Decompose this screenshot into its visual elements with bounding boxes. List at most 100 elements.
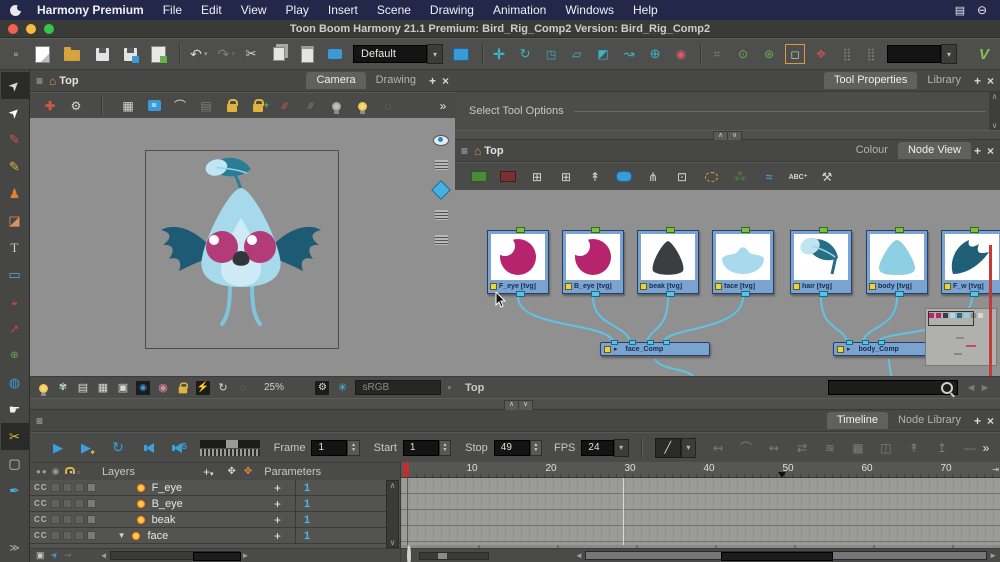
menu-edit[interactable]: Edit	[201, 3, 222, 17]
light-table-icon[interactable]	[354, 98, 370, 114]
tab-camera[interactable]: Camera	[306, 72, 365, 89]
onion-skin-icon[interactable]: ✾	[56, 381, 70, 395]
sound-button[interactable]	[142, 440, 158, 456]
add-drawing-icon[interactable]: ✚	[42, 98, 58, 114]
paint-tool[interactable]: ◒	[1, 288, 29, 315]
lasso-icon[interactable]	[703, 169, 719, 185]
onion-skin-next-icon[interactable]: ⣿	[863, 46, 879, 62]
frame-spinner[interactable]: ▲▼	[347, 440, 359, 456]
new-scene-button[interactable]	[34, 46, 50, 62]
solo-all-icon[interactable]: ◉	[52, 466, 60, 477]
dynamic-spring-icon[interactable]: ≈	[761, 169, 777, 185]
tab-drawing[interactable]: Drawing	[366, 72, 426, 89]
data-view-icon[interactable]: ▣	[36, 550, 45, 561]
outline-all-icon[interactable]: ▫	[77, 467, 80, 477]
tab-tool-properties[interactable]: Tool Properties	[824, 72, 917, 89]
add-keyframe-icon[interactable]: ↤	[710, 440, 726, 456]
rectangle-tool[interactable]: ▭	[1, 261, 29, 288]
expand-parameters-button[interactable]: +	[274, 481, 281, 495]
menu-play[interactable]: Play	[286, 3, 309, 17]
colorspace-select-arrow[interactable]: ▾	[447, 384, 451, 392]
curve-deform-tool-button[interactable]: ↝	[621, 46, 637, 62]
layer-row-beak[interactable]: CC beak + 1	[30, 512, 400, 528]
fps-input[interactable]: 24	[581, 440, 613, 456]
hscroll-left-button[interactable]: ◄	[100, 551, 108, 560]
field-chart-icon[interactable]: ≣	[146, 98, 162, 114]
tab-node-library[interactable]: Node Library	[888, 412, 971, 429]
layers-scrollbar[interactable]: ∧∨	[386, 480, 399, 548]
save-all-button[interactable]	[122, 46, 138, 62]
translate-tool-button[interactable]: ✛	[491, 46, 507, 62]
copy-button[interactable]	[271, 46, 287, 62]
lock-status-icon[interactable]	[176, 381, 190, 395]
show-hide-all-icon[interactable]: ●●	[36, 467, 48, 476]
stop-spinner[interactable]: ▲▼	[530, 440, 542, 456]
layer-row-f-eye[interactable]: CC F_eye + 1	[30, 480, 400, 496]
stamp-tool[interactable]: ♟	[1, 180, 29, 207]
camera-viewport[interactable]	[30, 118, 455, 376]
collapse-track-icon[interactable]: ◫	[878, 440, 894, 456]
transform-tool[interactable]: ➤	[1, 72, 29, 99]
depth-view-icon[interactable]	[433, 207, 449, 223]
menu-drawing[interactable]: Drawing	[430, 3, 474, 17]
add-peg-icon[interactable]: ⊞	[558, 169, 574, 185]
fps-dropdown-arrow[interactable]: ▾	[614, 439, 629, 457]
group-selection-icon[interactable]: ⋔	[645, 169, 661, 185]
manage-workspaces-icon[interactable]	[453, 46, 469, 62]
node-graph-canvas[interactable]: F_eye [tvg] B_eye [tvg] beak [tvg] face …	[455, 190, 1000, 376]
drawing-substitution-icon[interactable]	[327, 46, 343, 62]
add-peg-button[interactable]: ✥	[244, 466, 252, 477]
menubar-input-source-icon[interactable]: ▤	[952, 2, 968, 18]
search-prev-button[interactable]: ◄	[964, 381, 978, 395]
paint-mode-icon[interactable]: ◌	[236, 381, 250, 395]
remove-keyframe-icon[interactable]: ⌒	[738, 440, 754, 456]
save-button[interactable]	[94, 46, 110, 62]
undo-button[interactable]: ↶	[188, 46, 204, 62]
stop-input[interactable]: 49	[494, 440, 530, 456]
frames-hscroll-right[interactable]: ►	[989, 551, 997, 560]
select-tool[interactable]: ➤	[1, 99, 29, 126]
close-view-button[interactable]: ×	[987, 74, 994, 88]
tab-colour[interactable]: Colour	[846, 142, 898, 159]
insert-control-point-icon[interactable]: ⊙	[735, 46, 751, 62]
scale-tool-button[interactable]: ◳	[543, 46, 559, 62]
centre-marker-tool[interactable]: ⊕	[1, 342, 29, 369]
node-path-breadcrumb[interactable]: Top	[465, 382, 484, 394]
add-node-icon[interactable]: ⊞	[529, 169, 545, 185]
frame-ruler[interactable]: 10 20 30 40 50 60 70 ⇥	[401, 462, 1000, 478]
workspace-select-arrow[interactable]: ▾	[427, 44, 443, 64]
layers-hscrollbar[interactable]	[110, 551, 240, 560]
safe-area-icon[interactable]: ▣	[116, 381, 130, 395]
motion-keyframe-icon[interactable]: ↭	[766, 440, 782, 456]
sound-scrub-button[interactable]: S	[170, 440, 186, 456]
menu-view[interactable]: View	[241, 3, 267, 17]
horizontal-splitter[interactable]: ∧ ∨	[455, 130, 1000, 140]
pencil-tool[interactable]: ✎	[1, 153, 29, 180]
marker-icon[interactable]: —	[962, 440, 978, 456]
tab-timeline[interactable]: Timeline	[827, 412, 888, 429]
rotate-tool-button[interactable]: ↻	[517, 46, 533, 62]
start-input[interactable]: 1	[403, 440, 439, 456]
transform-tool-button[interactable]: ◩	[595, 46, 611, 62]
add-view-button[interactable]: +	[974, 144, 981, 158]
close-view-button[interactable]: ×	[987, 414, 994, 428]
panel-menu-icon[interactable]: ≡	[461, 144, 468, 158]
red-hatch-icon[interactable]: ///	[276, 98, 292, 114]
export-button[interactable]	[150, 46, 166, 62]
menu-insert[interactable]: Insert	[328, 3, 358, 17]
motion-point-icon[interactable]: ◉	[673, 46, 689, 62]
expand-track-icon[interactable]: ▦	[850, 440, 866, 456]
menu-help[interactable]: Help	[633, 3, 658, 17]
add-layer-button[interactable]: +▾	[203, 465, 214, 479]
lock-icon[interactable]	[224, 98, 240, 114]
add-view-button[interactable]: +	[429, 74, 436, 88]
enable-nodes-icon[interactable]	[471, 169, 487, 185]
paste-button[interactable]	[299, 46, 315, 62]
backdrop-icon[interactable]	[616, 169, 632, 185]
layer-row-b-eye[interactable]: CC B_eye + 1	[30, 496, 400, 512]
toolbar-overflow-button[interactable]: »	[435, 98, 451, 114]
colour-space-gear[interactable]: ✳	[335, 381, 349, 395]
grid-status-icon[interactable]: ▦	[96, 381, 110, 395]
add-view-button[interactable]: +	[974, 414, 981, 428]
expand-parameters-button[interactable]: +	[274, 529, 281, 543]
